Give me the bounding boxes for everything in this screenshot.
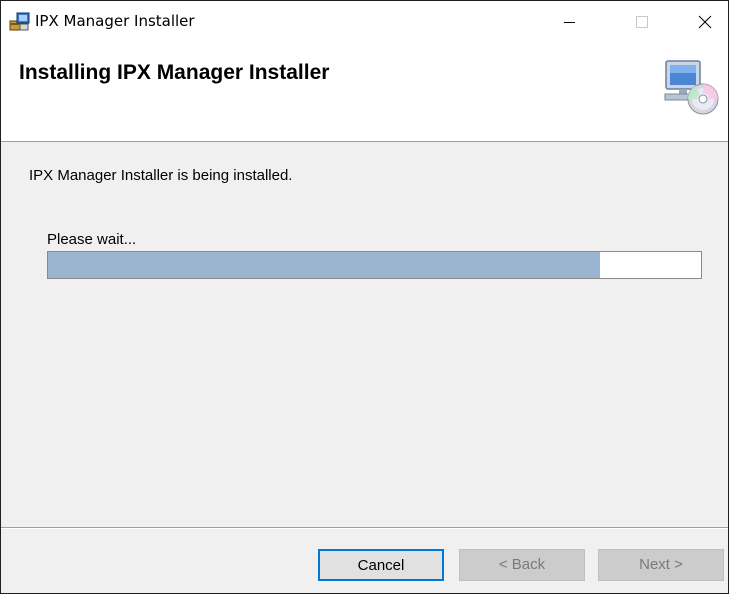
install-progress-bar — [47, 251, 702, 279]
cancel-button[interactable]: Cancel — [318, 549, 444, 581]
progress-fill — [48, 252, 600, 278]
close-icon — [698, 15, 712, 29]
header-banner: Installing IPX Manager Installer — [1, 43, 728, 142]
minimize-button[interactable] — [546, 1, 592, 43]
maximize-button[interactable] — [618, 1, 664, 43]
installer-window: IPX Manager Installer Installing IPX Man… — [0, 0, 729, 594]
computer-cd-icon — [663, 57, 719, 119]
close-button[interactable] — [682, 1, 728, 43]
banner-title: Installing IPX Manager Installer — [19, 61, 330, 84]
back-button[interactable]: < Back — [459, 549, 585, 581]
please-wait-label: Please wait... — [47, 231, 137, 248]
next-button[interactable]: Next > — [598, 549, 724, 581]
footer-separator — [1, 527, 728, 529]
status-message: IPX Manager Installer is being installed… — [29, 167, 293, 184]
title-bar[interactable]: IPX Manager Installer — [1, 1, 728, 43]
minimize-icon — [564, 22, 575, 23]
maximize-icon — [636, 16, 648, 28]
installer-app-icon — [9, 12, 31, 32]
window-title: IPX Manager Installer — [35, 12, 195, 30]
